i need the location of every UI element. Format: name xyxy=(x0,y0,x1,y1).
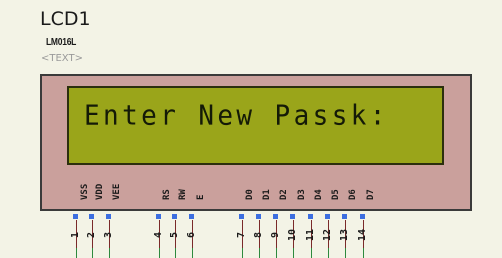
pin-dot xyxy=(342,214,347,219)
pin-label-d6: D6 xyxy=(348,189,358,200)
pin-stub xyxy=(259,248,260,258)
pin-10[interactable]: 10 xyxy=(287,208,301,258)
pin-9[interactable]: 9 xyxy=(270,208,284,258)
pin-number: 11 xyxy=(305,228,316,242)
pin-dot xyxy=(290,214,295,219)
pin-number: 6 xyxy=(186,231,197,239)
pin-dot xyxy=(325,214,330,219)
pin-stub xyxy=(276,248,277,258)
pin-stub xyxy=(76,248,77,258)
pin-7[interactable]: 7 xyxy=(236,208,250,258)
pin-6[interactable]: 6 xyxy=(186,208,200,258)
pin-number: 2 xyxy=(86,231,97,239)
pin-5[interactable]: 5 xyxy=(169,208,183,258)
component-text-placeholder: <TEXT> xyxy=(41,53,83,64)
pin-number: 5 xyxy=(169,231,180,239)
pin-12[interactable]: 12 xyxy=(322,208,336,258)
pin-stub xyxy=(293,248,294,258)
pin-label-d2: D2 xyxy=(279,189,289,200)
pin-number: 10 xyxy=(287,228,298,242)
pin-3[interactable]: 3 xyxy=(103,208,117,258)
pin-label-vee: VEE xyxy=(112,183,122,200)
pin-number: 9 xyxy=(270,231,281,239)
pin-stub xyxy=(192,248,193,258)
pin-13[interactable]: 13 xyxy=(339,208,353,258)
pin-number: 1 xyxy=(70,231,81,239)
pin-stub xyxy=(175,248,176,258)
lcd-display-line-1: Enter New Passk: xyxy=(84,100,389,132)
pin-stub xyxy=(311,248,312,258)
pin-stub xyxy=(363,248,364,258)
pin-11[interactable]: 11 xyxy=(305,208,319,258)
pin-number: 3 xyxy=(103,231,114,239)
pin-dot xyxy=(156,214,161,219)
pin-label-d0: D0 xyxy=(245,189,255,200)
pin-8[interactable]: 8 xyxy=(253,208,267,258)
pin-dot xyxy=(360,214,365,219)
pin-label-vss: VSS xyxy=(80,183,90,200)
pin-label-rs: RS xyxy=(162,189,172,200)
pin-label-rw: RW xyxy=(178,189,188,200)
pin-number: 13 xyxy=(339,228,350,242)
pin-label-d7: D7 xyxy=(366,189,376,200)
pin-dot xyxy=(89,214,94,219)
pin-dot xyxy=(172,214,177,219)
pin-1[interactable]: 1 xyxy=(70,208,84,258)
pin-dot xyxy=(256,214,261,219)
pin-number: 12 xyxy=(322,228,333,242)
pin-dot xyxy=(106,214,111,219)
pin-number: 7 xyxy=(236,231,247,239)
pin-stub xyxy=(242,248,243,258)
component-title: LCD1 xyxy=(40,8,91,30)
component-model: LM016L xyxy=(46,37,77,48)
pin-number: 14 xyxy=(357,228,368,242)
pin-dot xyxy=(239,214,244,219)
pin-2[interactable]: 2 xyxy=(86,208,100,258)
pin-dot xyxy=(189,214,194,219)
pin-stub xyxy=(328,248,329,258)
pin-stub xyxy=(109,248,110,258)
pin-14[interactable]: 14 xyxy=(357,208,371,258)
pin-label-d3: D3 xyxy=(297,189,307,200)
pin-dot xyxy=(273,214,278,219)
pin-label-d5: D5 xyxy=(331,189,341,200)
pin-dot xyxy=(73,214,78,219)
pin-stub xyxy=(345,248,346,258)
pin-4[interactable]: 4 xyxy=(153,208,167,258)
pin-stub xyxy=(159,248,160,258)
pin-stub xyxy=(92,248,93,258)
pin-label-e: E xyxy=(196,194,206,200)
pin-dot xyxy=(308,214,313,219)
pin-label-d4: D4 xyxy=(314,189,324,200)
pin-label-d1: D1 xyxy=(262,189,272,200)
pin-label-vdd: VDD xyxy=(95,183,105,200)
pin-number: 4 xyxy=(153,231,164,239)
pin-number: 8 xyxy=(253,231,264,239)
